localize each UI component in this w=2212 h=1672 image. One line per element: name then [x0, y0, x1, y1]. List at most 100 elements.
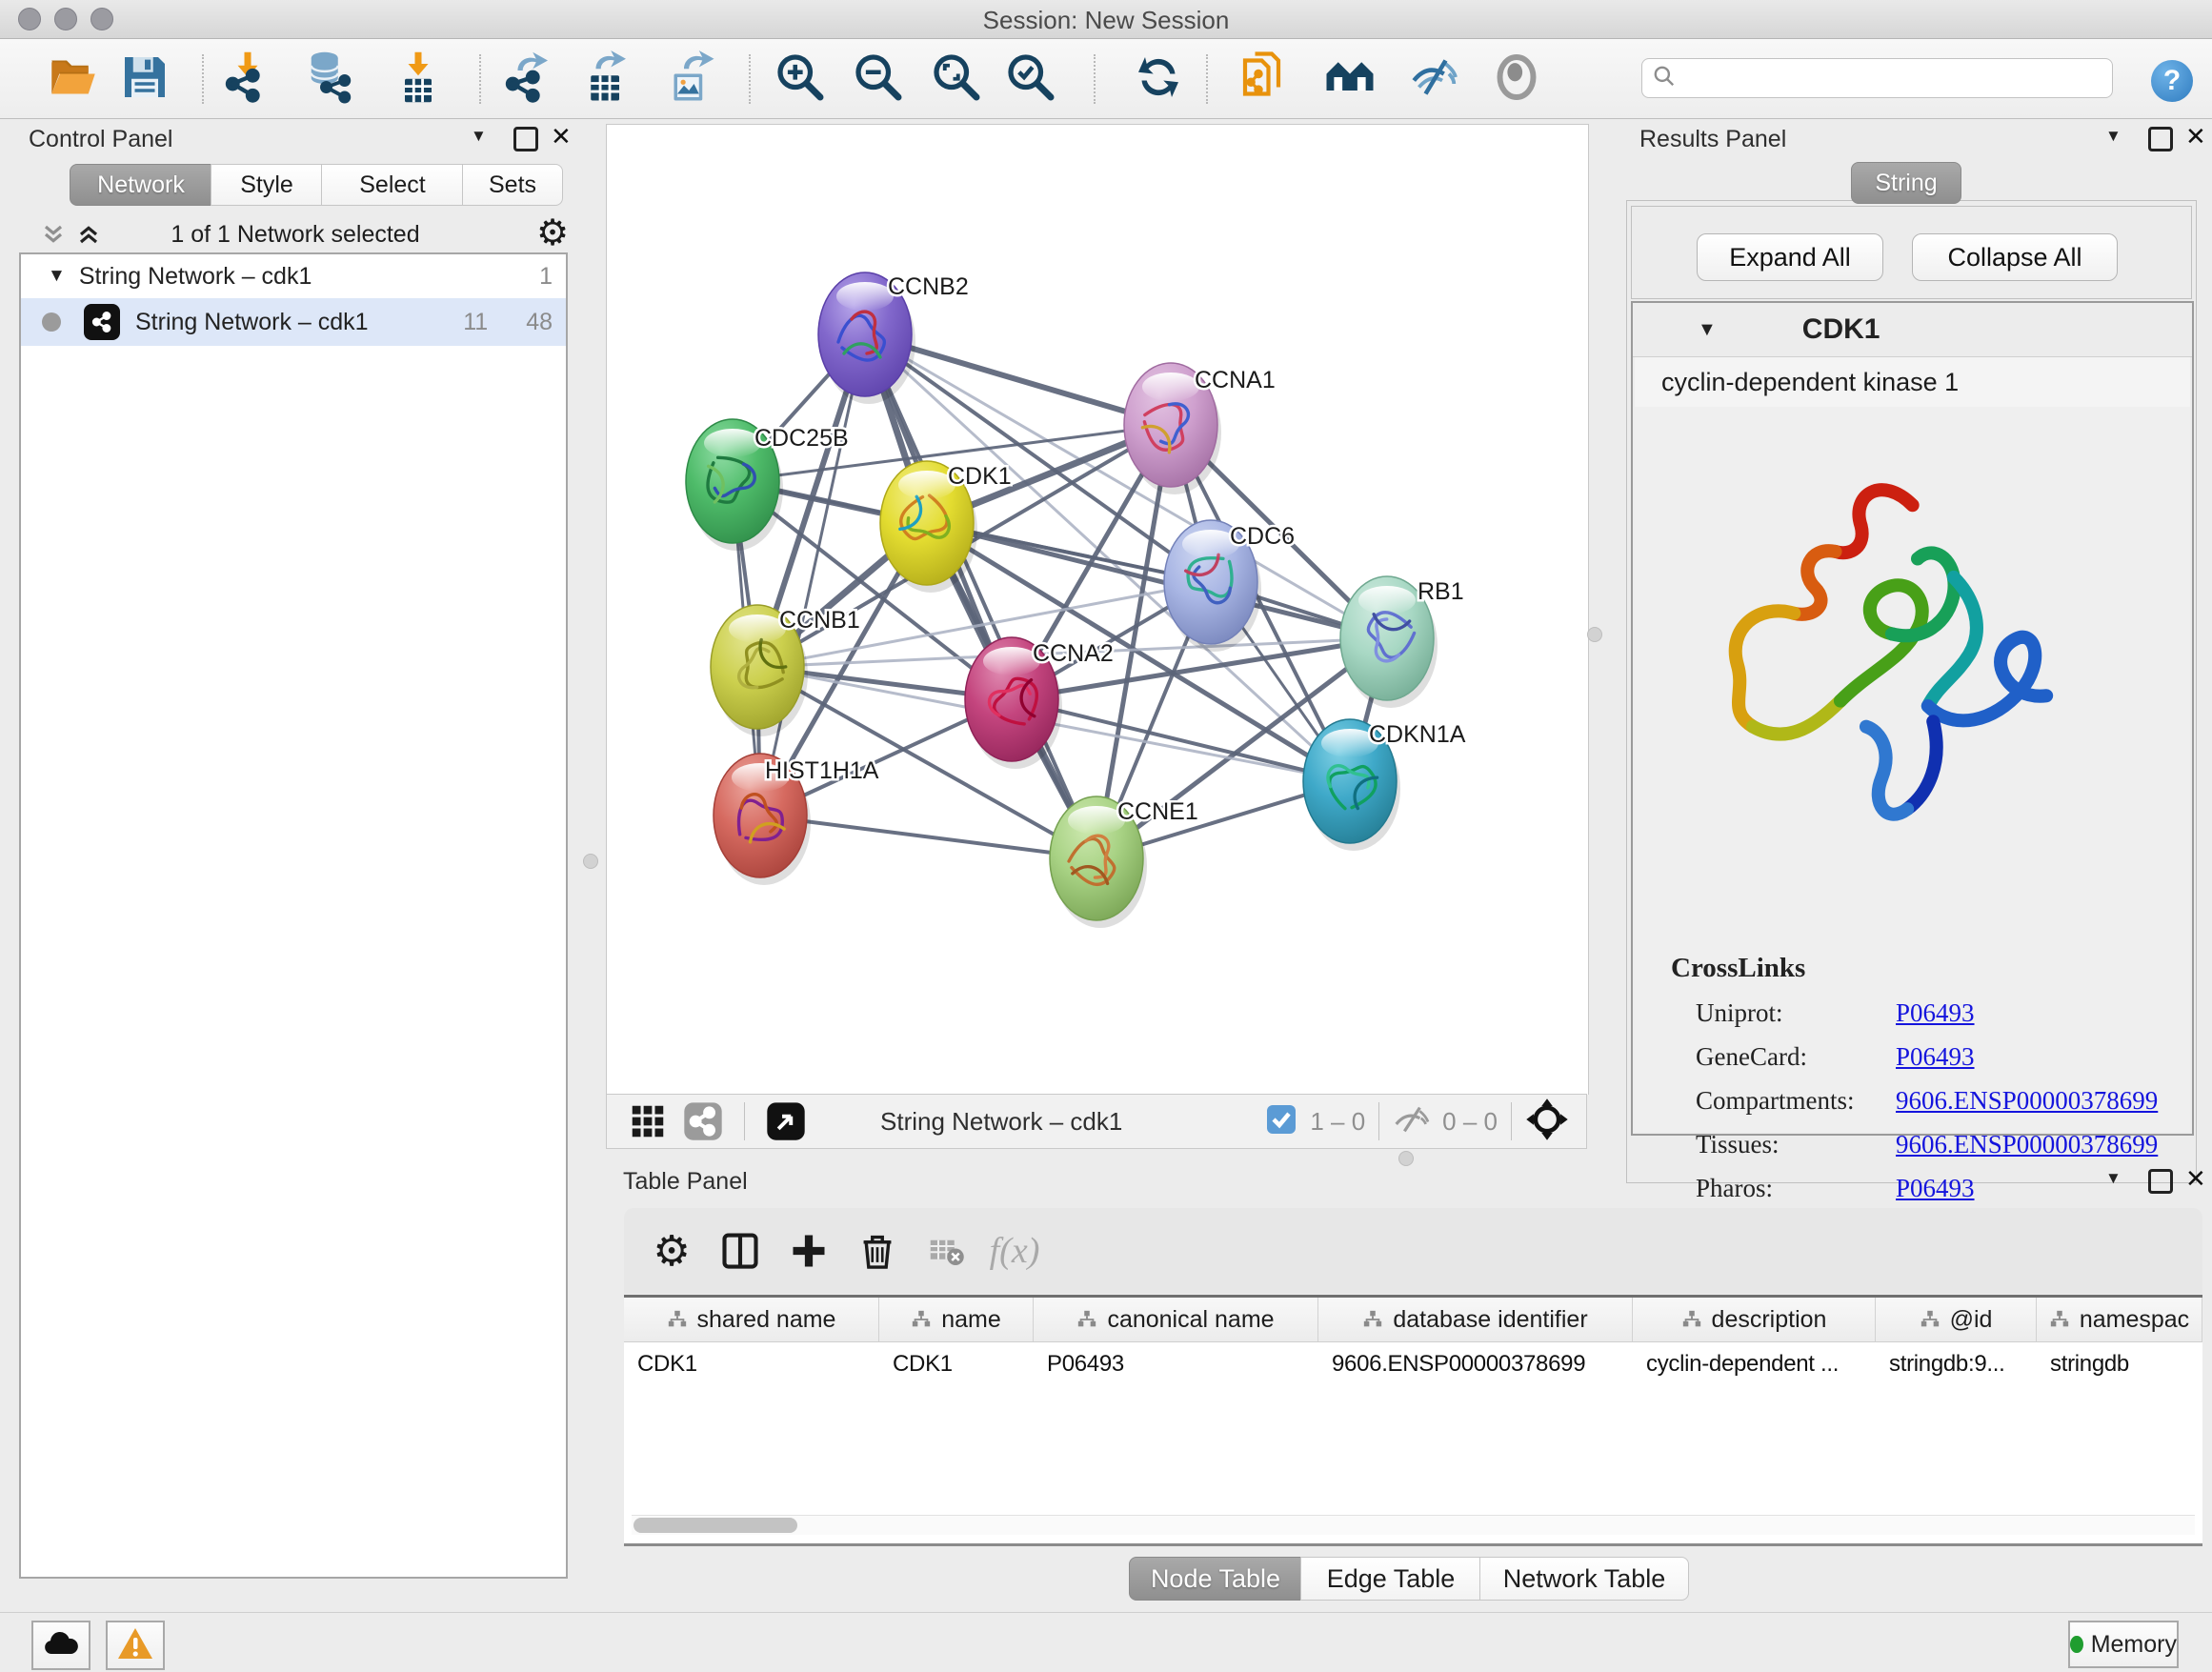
search-input[interactable]	[1641, 58, 2113, 98]
column-header-0[interactable]: shared name	[624, 1298, 879, 1341]
network-collection-row[interactable]: ▼ String Network – cdk1 1	[21, 254, 566, 298]
table-cell[interactable]: CDK1	[879, 1342, 1034, 1386]
panel-close-icon[interactable]: ✕	[2185, 122, 2206, 151]
zoom-selected-button[interactable]	[1000, 49, 1061, 110]
hidden-count: 0 – 0	[1442, 1107, 1498, 1137]
network-options-gear-icon[interactable]: ⚙	[536, 212, 569, 254]
tab-select[interactable]: Select	[321, 164, 464, 206]
tab-edge-table[interactable]: Edge Table	[1300, 1557, 1481, 1601]
hide-panels-button[interactable]	[1405, 49, 1466, 110]
crosslink-link[interactable]: P06493	[1896, 1042, 1975, 1072]
column-header-1[interactable]: name	[879, 1298, 1034, 1341]
refresh-icon	[1132, 50, 1185, 109]
panel-menu-caret-icon[interactable]: ▼	[2105, 1169, 2122, 1188]
collection-expand-caret-icon[interactable]: ▼	[48, 266, 66, 287]
hidden-eye-icon[interactable]	[1393, 1102, 1433, 1141]
tab-string[interactable]: String	[1851, 162, 1961, 204]
zoom-out-button[interactable]	[848, 49, 909, 110]
expand-all-button[interactable]: Expand All	[1697, 233, 1883, 281]
add-column-icon[interactable]	[774, 1220, 843, 1281]
birdseye-view-icon[interactable]	[758, 1091, 814, 1152]
network-row-selected[interactable]: String Network – cdk1 11 48	[21, 298, 566, 346]
help-button[interactable]: ?	[2151, 60, 2193, 102]
search-field[interactable]	[1677, 64, 2112, 92]
import-network-database-button[interactable]	[299, 49, 360, 110]
zoom-in-button[interactable]	[770, 49, 831, 110]
panel-float-icon[interactable]	[513, 127, 538, 151]
toggle-view-button[interactable]	[1486, 49, 1547, 110]
table-cell[interactable]: stringdb:9...	[1876, 1342, 2037, 1386]
selected-nodes-count: 1 – 0	[1310, 1107, 1365, 1137]
crosslink-link[interactable]: 9606.ENSP00000378699	[1896, 1130, 2158, 1159]
export-network-button[interactable]	[497, 49, 558, 110]
import-table-file-button[interactable]	[388, 49, 449, 110]
tab-style[interactable]: Style	[211, 164, 323, 206]
table-cell[interactable]: P06493	[1034, 1342, 1318, 1386]
tab-network-table[interactable]: Network Table	[1479, 1557, 1689, 1601]
question-icon: ?	[2163, 65, 2181, 97]
node-label-CDC6: CDC6	[1230, 523, 1295, 550]
column-header-4[interactable]: description	[1633, 1298, 1876, 1341]
gene-section: ▼ CDK1 cyclin-dependent kinase 1	[1631, 301, 2194, 1136]
import-network-file-button[interactable]	[217, 49, 278, 110]
crosslinks-heading: CrossLinks	[1671, 953, 1805, 984]
crosslink-row: Compartments:9606.ENSP00000378699	[1696, 1078, 2172, 1122]
collapse-all-networks-icon[interactable]	[38, 219, 69, 254]
export-table-button[interactable]	[575, 49, 636, 110]
save-session-button[interactable]	[114, 49, 175, 110]
table-cell[interactable]: CDK1	[624, 1342, 879, 1386]
network-canvas[interactable]: CCNB2CCNA1CDC25BCDK1CDC6RB1CCNB1CCNA2CDK…	[606, 124, 1589, 1095]
table-cell[interactable]: stringdb	[2037, 1342, 2202, 1386]
table-cell[interactable]: 9606.ENSP00000378699	[1318, 1342, 1633, 1386]
expand-all-networks-icon[interactable]	[73, 219, 104, 254]
left-splitter-handle[interactable]	[583, 854, 598, 869]
delete-column-trash-icon[interactable]	[843, 1220, 912, 1281]
scrollbar-thumb[interactable]	[633, 1518, 797, 1533]
tab-sets[interactable]: Sets	[462, 164, 563, 206]
panel-close-icon[interactable]: ✕	[551, 122, 572, 151]
panel-menu-caret-icon[interactable]: ▼	[2105, 127, 2122, 146]
collapse-all-button[interactable]: Collapse All	[1912, 233, 2118, 281]
selected-checkbox-icon[interactable]	[1266, 1104, 1297, 1139]
tab-node-table[interactable]: Node Table	[1129, 1557, 1302, 1601]
tab-network[interactable]: Network	[70, 164, 212, 206]
node-table[interactable]: shared namenamecanonical namedatabase id…	[624, 1295, 2202, 1546]
export-image-button[interactable]	[660, 49, 721, 110]
fit-selection-crosshair-icon[interactable]	[1525, 1098, 1569, 1146]
database-import-icon	[303, 50, 356, 109]
crosslink-link[interactable]: 9606.ENSP00000378699	[1896, 1086, 2158, 1116]
network-share-view-icon[interactable]	[675, 1091, 731, 1152]
network-graph[interactable]: CCNB2CCNA1CDC25BCDK1CDC6RB1CCNB1CCNA2CDK…	[607, 125, 1588, 1095]
column-header-2[interactable]: canonical name	[1034, 1298, 1318, 1341]
show-columns-icon[interactable]	[706, 1220, 774, 1281]
cloud-button[interactable]	[31, 1621, 90, 1670]
show-home-panels-button[interactable]	[1319, 49, 1380, 110]
zoom-fit-button[interactable]	[926, 49, 987, 110]
column-header-5[interactable]: @id	[1876, 1298, 2037, 1341]
warnings-button[interactable]	[106, 1621, 165, 1670]
table-options-gear-icon[interactable]: ⚙	[637, 1220, 706, 1281]
clone-network-button[interactable]	[1235, 49, 1296, 110]
table-h-scrollbar[interactable]	[632, 1515, 2195, 1535]
memory-button[interactable]: Memory	[2068, 1621, 2179, 1668]
grid-view-icon[interactable]	[620, 1091, 675, 1152]
refresh-button[interactable]	[1128, 49, 1189, 110]
section-collapse-caret-icon[interactable]: ▼	[1698, 319, 1717, 341]
panel-menu-caret-icon[interactable]: ▼	[471, 127, 487, 146]
panel-float-icon[interactable]	[2148, 1169, 2173, 1194]
crosslink-link[interactable]: P06493	[1896, 998, 1975, 1028]
column-label: description	[1712, 1306, 1827, 1334]
column-header-6[interactable]: namespac	[2037, 1298, 2202, 1341]
bottom-splitter-handle[interactable]	[1398, 1151, 1414, 1166]
table-cell[interactable]: cyclin-dependent ...	[1633, 1342, 1876, 1386]
gene-section-header[interactable]: ▼ CDK1	[1633, 303, 2192, 357]
delete-table-icon[interactable]	[912, 1220, 980, 1281]
node-label-CDKN1A: CDKN1A	[1369, 721, 1466, 748]
panel-close-icon[interactable]: ✕	[2185, 1164, 2206, 1194]
open-session-button[interactable]	[43, 49, 104, 110]
table-row[interactable]: CDK1CDK1P064939606.ENSP00000378699cyclin…	[624, 1342, 2202, 1386]
function-builder-button[interactable]: f(x)	[980, 1220, 1049, 1281]
right-splitter-handle[interactable]	[1587, 627, 1602, 642]
column-header-3[interactable]: database identifier	[1318, 1298, 1633, 1341]
panel-float-icon[interactable]	[2148, 127, 2173, 151]
